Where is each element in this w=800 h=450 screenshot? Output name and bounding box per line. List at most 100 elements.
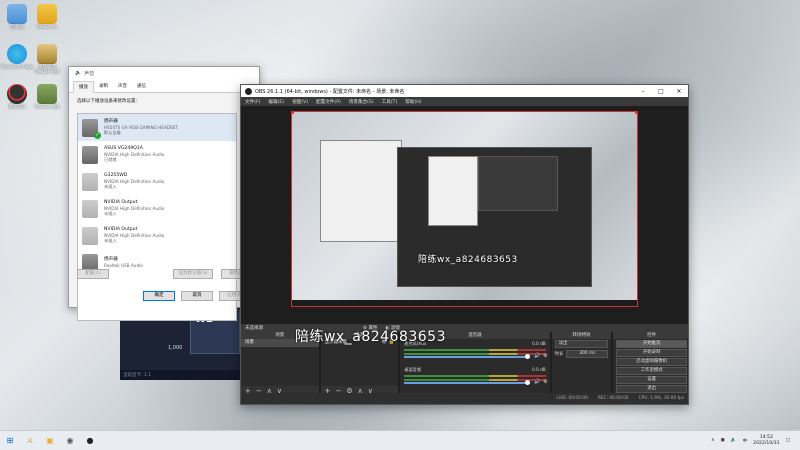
obs-menubar: 文件(F) 编辑(E) 视图(V) 配置文件(P) 场景集合(S) 工具(T) … — [241, 97, 688, 106]
preview-canvas[interactable] — [291, 111, 638, 307]
sound-dialog-tabs: 播放 录制 声音 通信 — [69, 79, 259, 93]
device-status: 未插入 — [104, 211, 117, 217]
volume-slider[interactable] — [404, 382, 530, 384]
volume-slider-handle[interactable] — [524, 380, 530, 385]
menu-edit[interactable]: 编辑(E) — [268, 99, 284, 105]
device-status: 默认设备 — [104, 130, 121, 136]
clock[interactable]: 14:52 2022/10/31 — [753, 435, 779, 447]
transitions-dock[interactable]: 转场特效 淡出 时长 300 ms — [551, 332, 612, 395]
exit-button[interactable]: 退出 — [616, 385, 687, 393]
obs-statusbar: LIVE: 00:00:00 REC: 00:00:00 CPU: 1.9%, … — [241, 393, 688, 404]
audio-level-meter — [404, 375, 546, 377]
studio-mode-button[interactable]: 工作室模式 — [616, 367, 687, 375]
sound-dialog-instruction: 选择以下播放设备来修改设置: — [77, 99, 138, 104]
transition-type-select[interactable]: 淡出 — [554, 340, 609, 348]
desktop-icon-qq[interactable]: 腾讯QQ — [0, 84, 34, 111]
cancel-button[interactable]: 取消 — [181, 291, 213, 301]
start-recording-button[interactable]: 开始录制 — [616, 349, 687, 357]
ok-button[interactable]: 确定 — [143, 291, 175, 301]
no-source-label: 未选择源 — [245, 326, 263, 331]
cpu-status: CPU: 1.9%, 30.00 fps — [638, 396, 684, 401]
device-status: 未插入 — [104, 238, 117, 244]
device-item[interactable]: G3255WD NVIDIA High Definition Audio 未插入 — [78, 168, 236, 195]
gear-icon[interactable]: ⚙ — [543, 379, 547, 385]
mixer-channel-db: 0.0 dB — [532, 367, 546, 372]
menu-view[interactable]: 视图(V) — [292, 99, 308, 105]
taskbar-obs-icon[interactable]: ● — [80, 431, 100, 450]
tab-recording[interactable]: 录制 — [94, 81, 113, 92]
mixer-channel: 桌面音频 0.0 dB 🔊 ⚙ — [400, 365, 549, 391]
desktop-icon-wegame[interactable]: WeGame — [30, 4, 64, 31]
tab-playback[interactable]: 播放 — [73, 81, 94, 93]
default-check-icon: ✓ — [94, 131, 101, 139]
obs-window[interactable]: OBS 26.1.1 (64-bit, windows) - 配置文件: 未命名… — [240, 84, 689, 405]
preview-nested-sound-dialog-2 — [428, 156, 478, 226]
device-item[interactable]: NVIDIA Output NVIDIA High Definition Aud… — [78, 195, 236, 222]
obs-titlebar[interactable]: OBS 26.1.1 (64-bit, windows) - 配置文件: 未命名… — [241, 85, 688, 97]
menu-tools[interactable]: 工具(T) — [382, 99, 398, 105]
chevron-up-icon[interactable]: ∧ — [711, 438, 714, 443]
obs-preview-area[interactable] — [241, 106, 688, 324]
configure-button[interactable]: 配置(C) — [77, 269, 109, 279]
taskbar: ⊞ ⚔ ▣ ◉ ● ∧ ▣ 🔈 中 14:52 2022/10/31 □ — [0, 430, 800, 450]
volume-icon[interactable]: 🔈 — [731, 438, 737, 443]
rec-status: REC: 00:00:00 — [597, 396, 629, 401]
resize-handle[interactable] — [292, 112, 294, 114]
taskbar-folder-icon[interactable]: ▣ — [40, 431, 60, 450]
gear-icon[interactable]: ⚙ — [543, 353, 547, 359]
device-item[interactable]: ASUS VG249Q1A NVIDIA High Definition Aud… — [78, 141, 236, 168]
device-item[interactable]: ✓ 扬声器 HS50TS GA RGB GAMING HEADSET 默认设备 — [78, 114, 236, 141]
headset-icon: ✓ — [82, 118, 101, 139]
resize-handle[interactable] — [635, 112, 637, 114]
device-driver: Realtek USB Audio — [104, 262, 143, 268]
speaker-icon: 🔈 — [75, 70, 82, 76]
clock-date: 2022/10/31 — [753, 440, 780, 446]
network-icon[interactable]: ▣ — [720, 438, 724, 443]
mixer-channel-name: 桌面音频 — [404, 367, 422, 372]
sound-dialog[interactable]: 🔈 声音 播放 录制 声音 通信 选择以下播放设备来修改设置: ✓ 扬声器 HS… — [68, 66, 260, 321]
desktop-icon-wegame-2[interactable]: WeGame版 — [30, 84, 64, 111]
transition-duration-input[interactable]: 300 ms — [566, 350, 609, 358]
start-streaming-button[interactable]: 开始推流 — [616, 340, 687, 348]
volume-slider[interactable] — [404, 356, 530, 358]
taskbar-app-icon[interactable]: ◉ — [60, 431, 80, 450]
notification-icon[interactable]: □ — [786, 438, 790, 443]
preview-nested-sound-dialog — [320, 140, 402, 242]
start-windows-icon[interactable]: ⊞ — [0, 431, 20, 450]
tab-communications[interactable]: 通信 — [132, 81, 151, 92]
desktop-icon-recycle-bin[interactable]: 回收站 — [0, 4, 34, 31]
playback-device-list[interactable]: ✓ 扬声器 HS50TS GA RGB GAMING HEADSET 默认设备 … — [77, 113, 237, 321]
menu-scene-collection[interactable]: 场景集合(S) — [349, 99, 374, 105]
transitions-dock-title: 转场特效 — [551, 332, 612, 339]
taskbar-game-icon[interactable]: ⚔ — [20, 431, 40, 450]
lol-icon — [37, 44, 57, 64]
game-icon — [37, 84, 57, 104]
menu-help[interactable]: 帮助(H) — [405, 99, 421, 105]
desktop-icon-lol[interactable]: 英雄联盟WeGame版 — [30, 44, 64, 76]
controls-dock[interactable]: 控件 开始推流 开始录制 启动虚拟摄像机 工作室模式 设置 退出 — [613, 332, 688, 395]
watermark-text-preview: 陪练wx_a824683653 — [418, 255, 518, 265]
input-method-indicator[interactable]: 中 — [743, 438, 748, 444]
menu-profile[interactable]: 配置文件(P) — [316, 99, 341, 105]
close-icon[interactable]: ✕ — [670, 88, 688, 95]
set-default-button[interactable]: 设为默认值(S) — [173, 269, 213, 279]
desktop-icon-edge[interactable]: Microsoft Edge — [0, 44, 34, 71]
settings-button[interactable]: 设置 — [616, 376, 687, 384]
menu-file[interactable]: 文件(F) — [245, 99, 260, 105]
mute-speaker-icon[interactable]: 🔊 — [534, 353, 540, 359]
start-virtual-camera-button[interactable]: 启动虚拟摄像机 — [616, 358, 687, 366]
device-item[interactable]: NVIDIA Output NVIDIA High Definition Aud… — [78, 222, 236, 249]
qq-penguin-icon — [7, 84, 27, 104]
preview-nested-obs-window — [397, 147, 592, 287]
dialog-footer: 确定 取消 应用(A) — [143, 291, 251, 301]
volume-slider-handle[interactable] — [524, 354, 530, 359]
edge-icon — [7, 44, 27, 64]
mute-speaker-icon[interactable]: 🔊 — [534, 379, 540, 385]
desktop-icon-label: Microsoft Edge — [0, 65, 34, 70]
sound-dialog-titlebar[interactable]: 🔈 声音 — [69, 67, 259, 79]
desktop-icon-label: WeGame — [36, 25, 58, 30]
minimize-icon[interactable]: – — [634, 88, 652, 95]
desktop-icon-label: 回收站 — [10, 25, 24, 30]
tab-sounds[interactable]: 声音 — [113, 81, 132, 92]
maximize-icon[interactable]: □ — [652, 88, 670, 95]
